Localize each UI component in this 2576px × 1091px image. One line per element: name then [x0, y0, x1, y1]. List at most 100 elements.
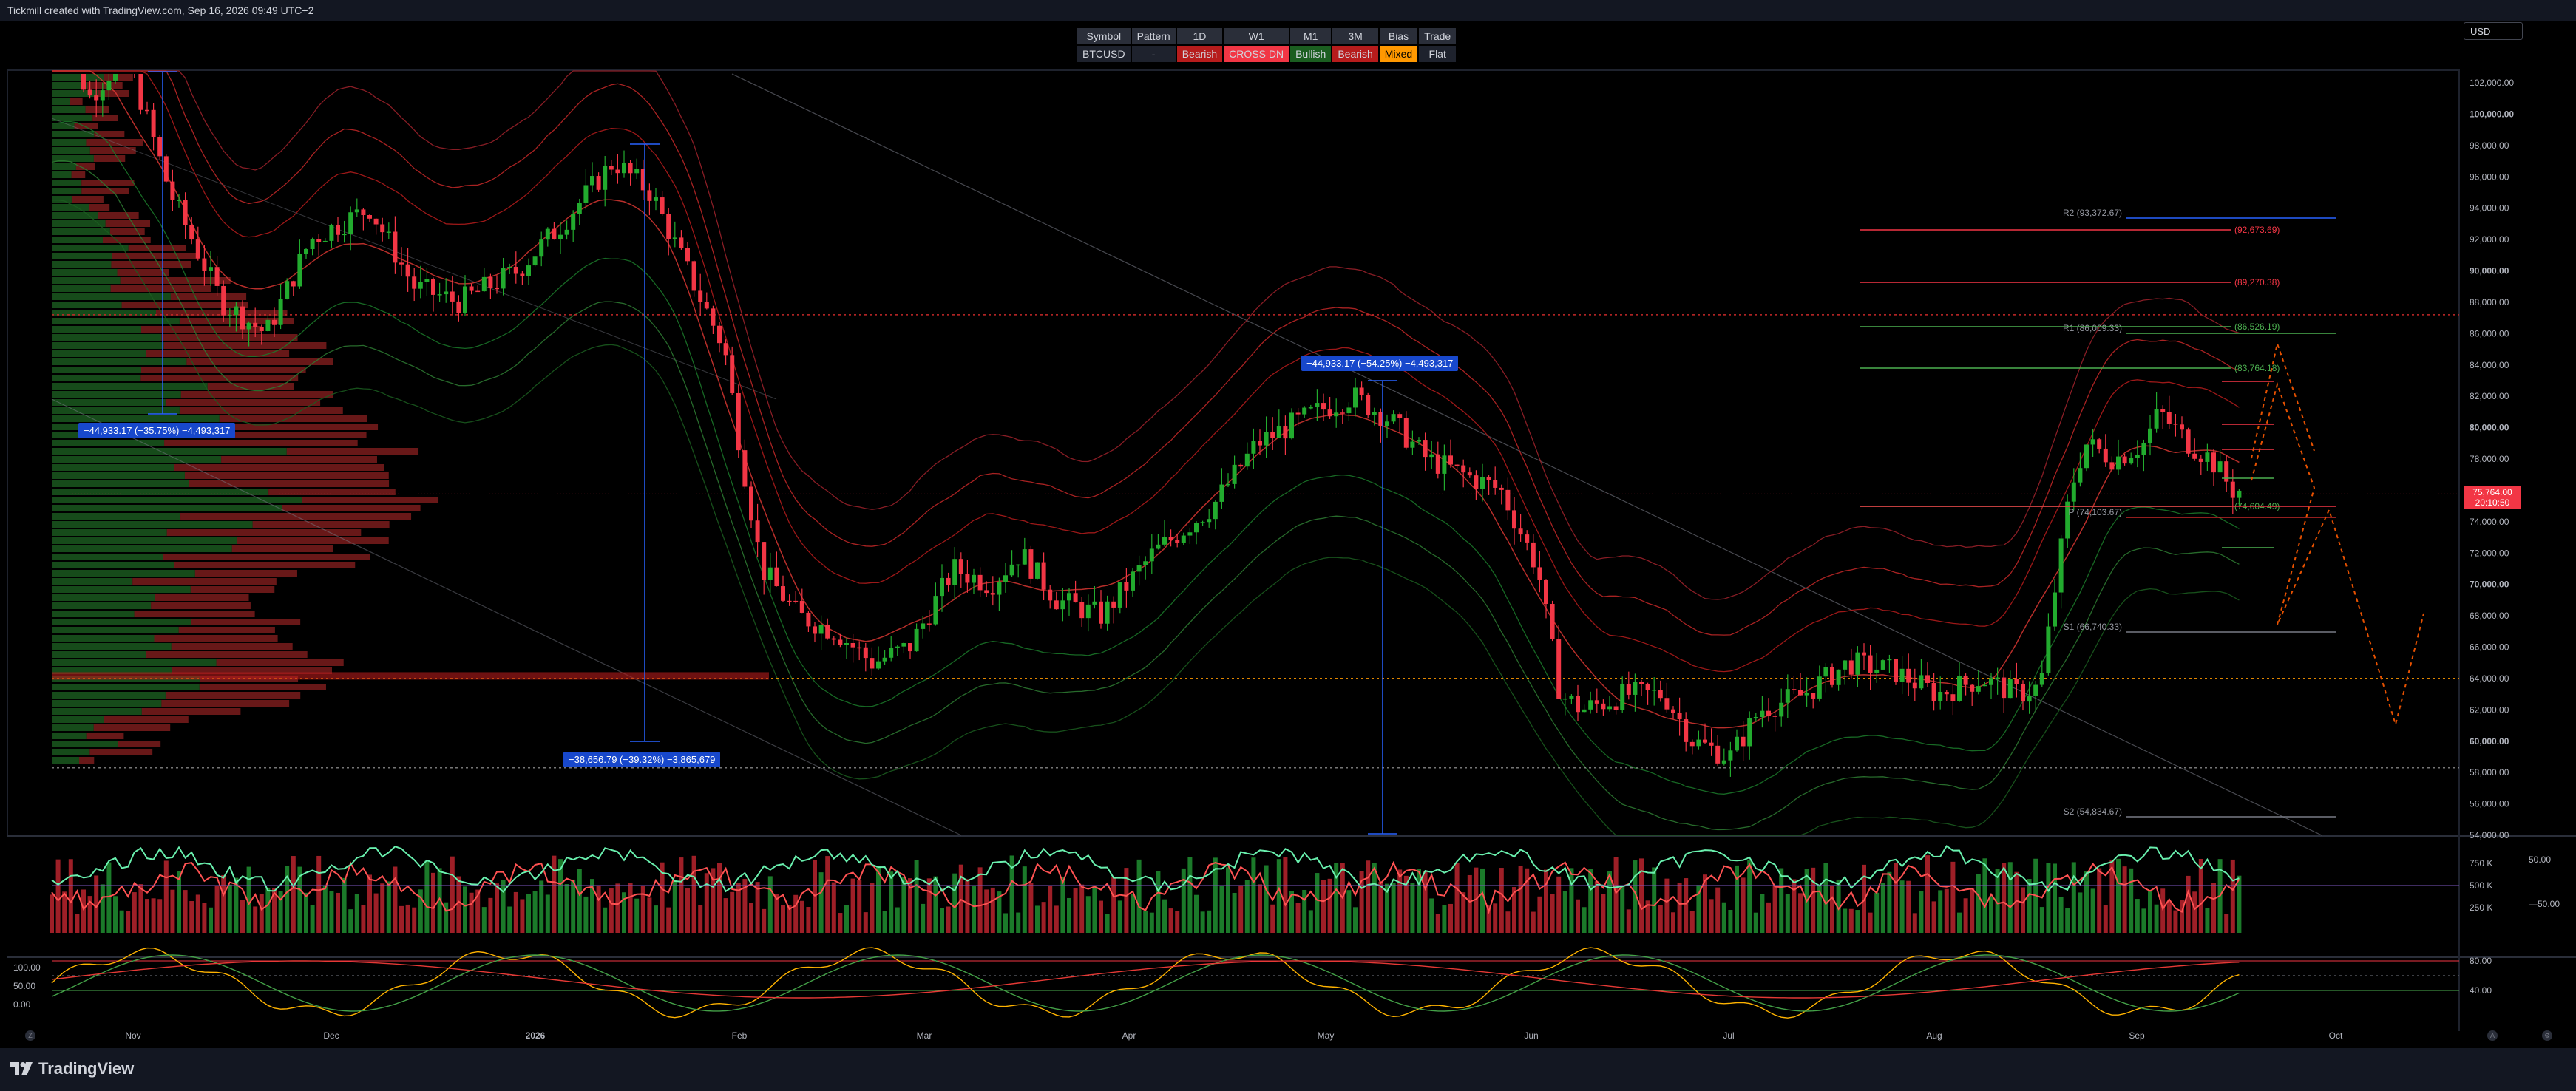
volume-bar — [1156, 871, 1161, 933]
volume-bar — [316, 855, 322, 933]
candle-body — [221, 285, 226, 316]
candle-body — [1391, 414, 1396, 422]
candle-body — [552, 228, 557, 239]
candle-body — [1295, 412, 1301, 415]
candle-body — [634, 169, 640, 174]
candle-body — [100, 90, 105, 101]
volume-bar — [1429, 898, 1434, 933]
candle-body — [1321, 403, 1326, 410]
candle-body — [806, 612, 811, 627]
volume-bar — [1976, 874, 1981, 933]
status-value-5: Bearish — [1332, 46, 1378, 62]
volume-bar — [354, 894, 359, 933]
profile-buy-bar — [52, 578, 133, 585]
profile-buy-bar — [52, 383, 208, 390]
candle-body — [1760, 710, 1765, 717]
pivot-label: S2 (54,834.67) — [2064, 806, 2122, 817]
candle-body — [399, 262, 404, 265]
candle-body — [1385, 421, 1389, 426]
volume-bar — [1664, 878, 1670, 933]
volume-bar — [2129, 868, 2134, 933]
measure-label-1[interactable]: −44,933.17 (−35.75%) −4,493,317 — [78, 423, 236, 438]
settings-gear-icon[interactable]: ⚙ — [2542, 1030, 2552, 1041]
candle-body — [1041, 562, 1046, 590]
volume-pane: 750 K 500 K 250 K 50.00 —50.00 — [50, 845, 2560, 933]
candle-body — [1175, 540, 1180, 543]
volume-bar — [1760, 894, 1765, 933]
volume-bar — [1136, 859, 1142, 933]
candle-body — [1016, 564, 1021, 566]
candle-body — [857, 647, 862, 649]
volume-bar — [2211, 883, 2216, 933]
pivot-label: P (74,103.67) — [2069, 507, 2123, 517]
volume-bar — [1149, 912, 1154, 933]
candle-body — [214, 267, 220, 286]
profile-buy-bar — [52, 594, 155, 601]
profile-sell-bar — [165, 692, 301, 699]
volume-osc-tick-label: 50.00 — [2529, 854, 2551, 865]
profile-sell-bar — [89, 204, 110, 211]
timezone-toggle-icon[interactable]: Z — [25, 1030, 35, 1041]
candle-body — [1703, 739, 1707, 743]
profile-sell-bar — [189, 480, 390, 487]
pivot-label: S1 (66,740.33) — [2064, 622, 2122, 632]
stoch-right-tick-label: 80.00 — [2470, 956, 2492, 966]
candle-body — [1493, 480, 1498, 488]
volume-bar — [2021, 887, 2025, 933]
candle-body — [679, 237, 684, 248]
profile-sell-bar — [190, 586, 275, 593]
volume-bar — [1454, 863, 1460, 933]
candle-body — [965, 574, 970, 583]
candle-body — [1232, 464, 1237, 484]
auto-scale-icon[interactable]: A — [2487, 1030, 2498, 1041]
volume-bar — [831, 882, 836, 933]
candle-body — [316, 239, 322, 242]
volume-bar — [1391, 883, 1396, 933]
volume-bar — [310, 905, 315, 933]
profile-buy-bar — [52, 546, 232, 552]
volume-bar — [412, 907, 417, 933]
measure-label-3[interactable]: −44,933.17 (−54.25%) −4,493,317 — [1301, 356, 1459, 371]
profile-sell-bar — [252, 521, 390, 528]
profile-sell-bar — [93, 155, 126, 162]
volume-bar — [672, 880, 677, 933]
candle-body — [1830, 667, 1834, 685]
price-tick-label: 78,000.00 — [2470, 454, 2509, 464]
volume-bar — [399, 905, 404, 933]
time-tick-label: Feb — [732, 1030, 748, 1041]
volume-bar — [1226, 867, 1230, 933]
volume-bar — [825, 856, 830, 933]
candle-body — [990, 593, 995, 595]
profile-sell-bar — [98, 212, 139, 219]
volume-bar — [507, 906, 512, 933]
chart-canvas[interactable]: R2 (93,372.67) R1 (86,009.33) P (74,103.67… — [0, 0, 2576, 1048]
profile-buy-bar — [52, 147, 90, 154]
volume-bar — [749, 903, 753, 933]
candle-body — [1429, 454, 1434, 458]
candle-body — [2129, 458, 2134, 464]
candle-body — [628, 163, 633, 174]
volume-bar — [2058, 897, 2064, 933]
volume-bar — [596, 885, 601, 933]
profile-buy-bar — [52, 310, 156, 316]
candle-body — [1181, 535, 1186, 543]
candle-body — [322, 240, 328, 242]
volume-bar — [253, 906, 258, 933]
candle-body — [767, 567, 773, 580]
volume-bar — [628, 883, 633, 933]
volume-bar — [2027, 879, 2032, 933]
candle-body — [1035, 562, 1040, 579]
profile-sell-bar — [104, 74, 133, 81]
candle-body — [1862, 652, 1866, 656]
candle-body — [1569, 696, 1574, 699]
volume-bar — [762, 908, 767, 933]
profile-buy-bar — [52, 643, 172, 650]
candle-body — [818, 624, 824, 634]
candle-body — [1131, 571, 1135, 591]
currency-selector[interactable]: USD — [2464, 22, 2523, 40]
candle-body — [1944, 691, 1949, 695]
measure-label-2[interactable]: −38,656.79 (−39.32%) −3,865,679 — [563, 752, 721, 767]
time-axis: Nov Dec 2026 Feb Mar Apr May Jun Jul Aug Sep Oct — [125, 1030, 2343, 1041]
status-value-6: Mixed — [1379, 46, 1418, 62]
profile-buy-bar — [52, 537, 237, 544]
